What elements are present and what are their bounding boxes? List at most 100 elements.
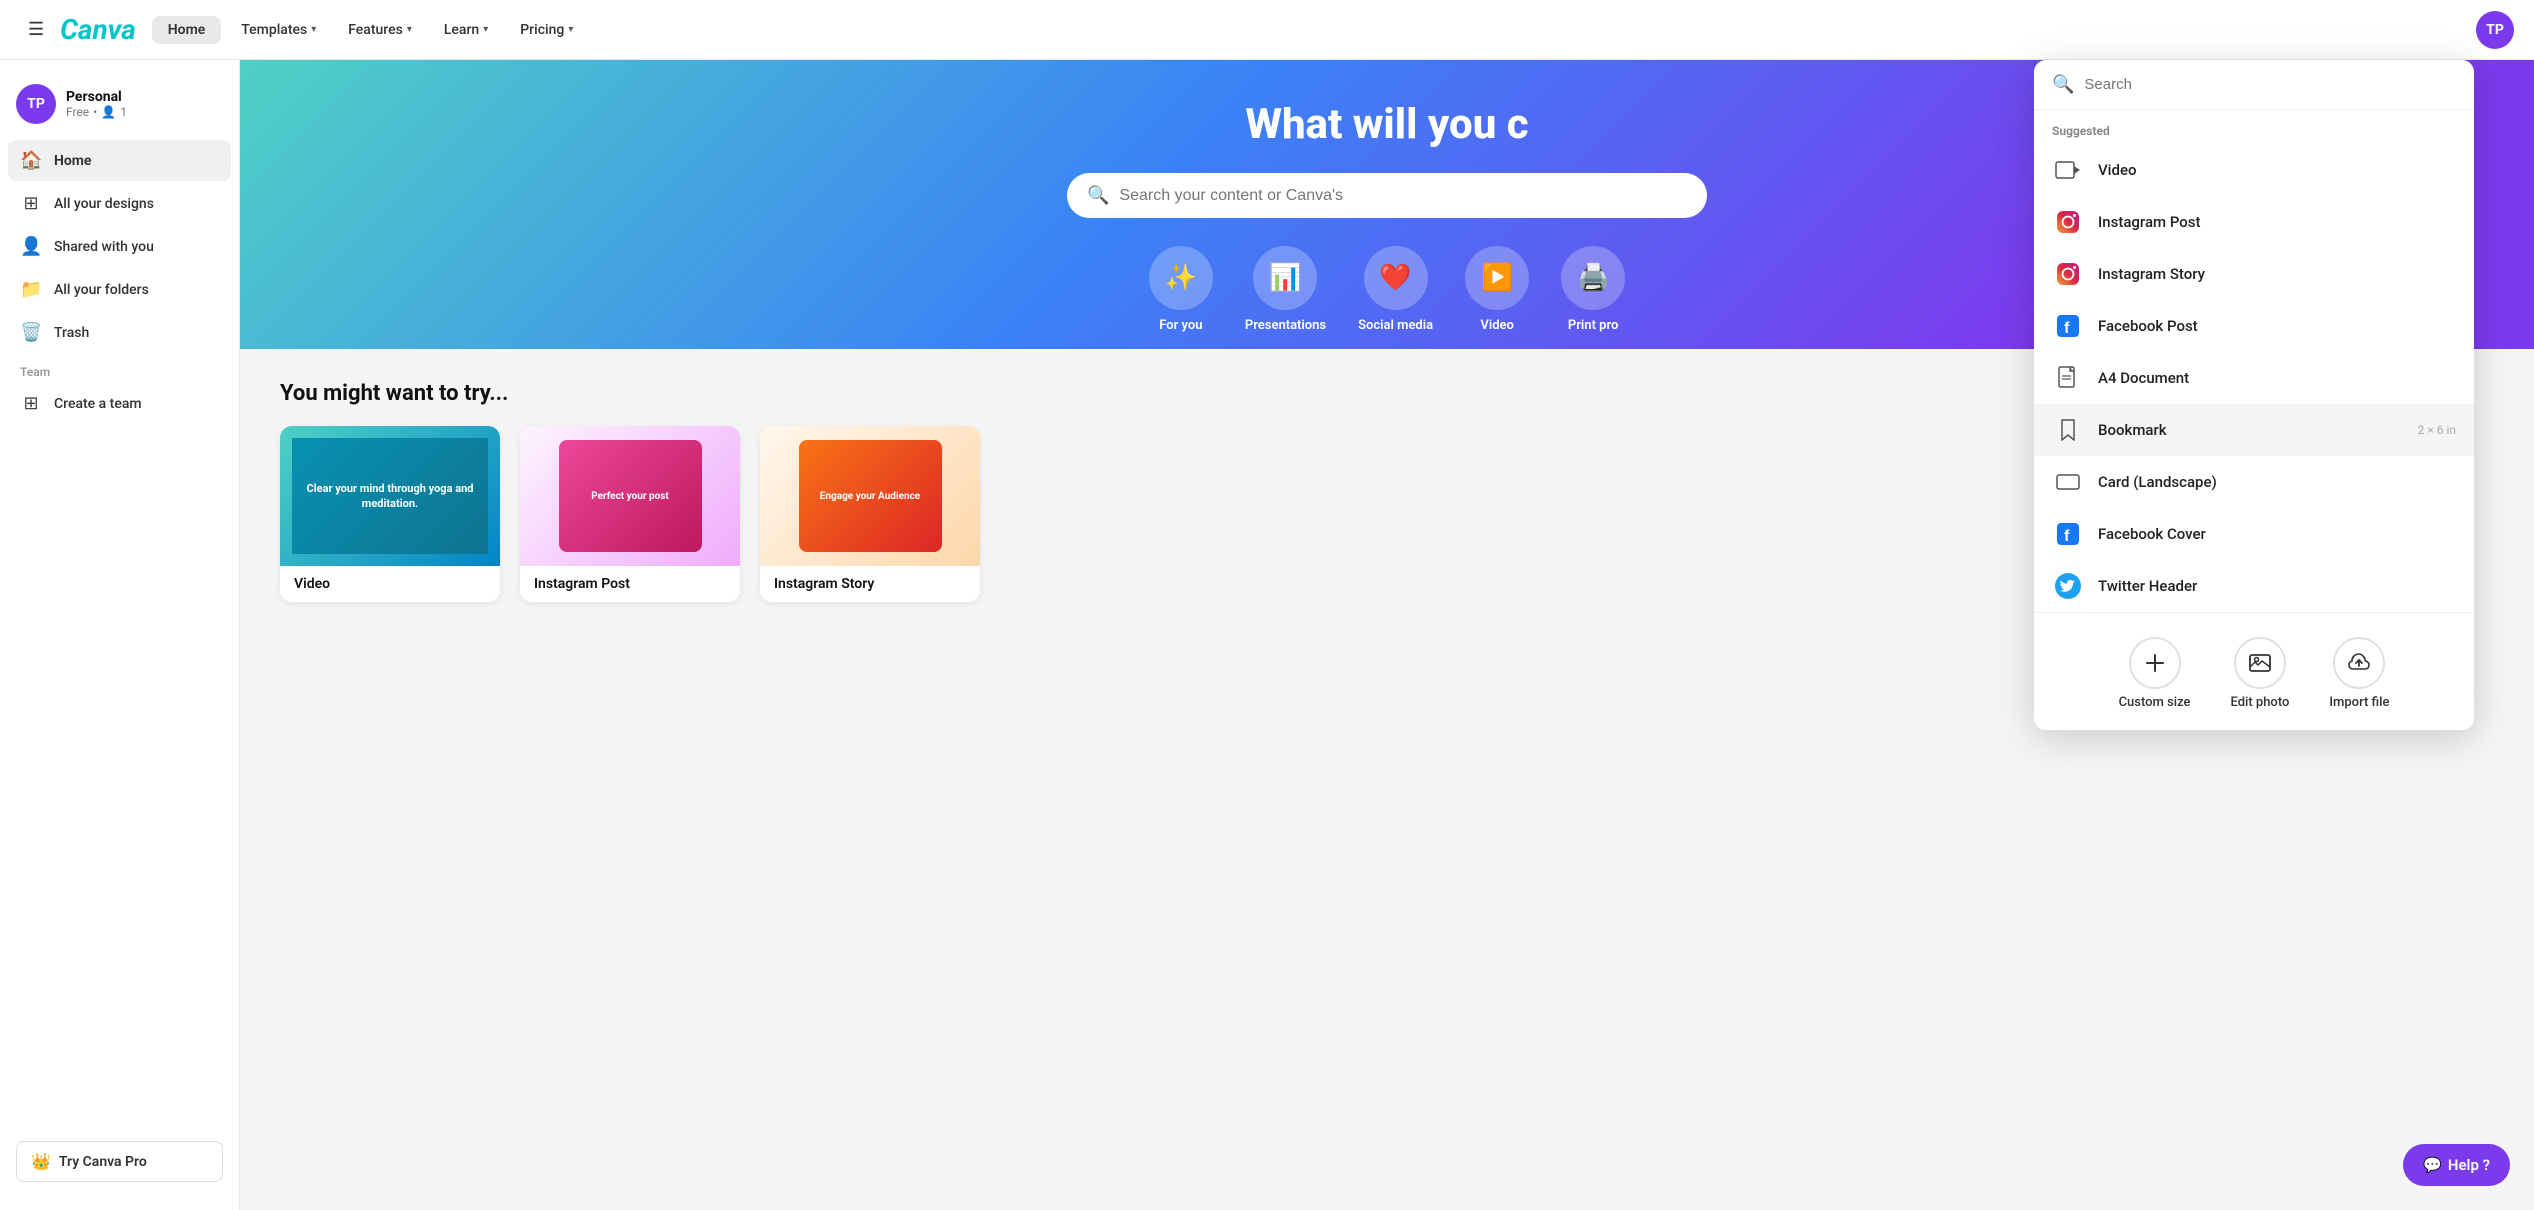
presentations-icon: 📊 [1253, 246, 1317, 310]
sidebar-profile: TP Personal Free • 👤 1 [0, 76, 239, 140]
learn-menu[interactable]: Learn ▾ [432, 16, 500, 44]
card-video-image: Clear your mind through yoga and meditat… [280, 426, 500, 566]
sidebar-create-team-label: Create a team [54, 396, 142, 412]
instagram-post-icon [2052, 206, 2084, 238]
print-pro-icon: 🖨️ [1561, 246, 1625, 310]
sidebar-item-trash[interactable]: 🗑️ Trash [8, 312, 231, 353]
help-button[interactable]: 💬 Help ? [2403, 1144, 2510, 1186]
card-instagram-post[interactable]: Perfect your post Instagram Post [520, 426, 740, 602]
category-for-you[interactable]: ✨ For you [1149, 246, 1213, 333]
search-item-twitter-header[interactable]: Twitter Header [2034, 560, 2474, 612]
sidebar-item-home[interactable]: 🏠 Home [8, 140, 231, 181]
presentations-label: Presentations [1245, 318, 1326, 333]
svg-text:f: f [2064, 320, 2070, 337]
learn-chevron: ▾ [483, 24, 488, 35]
user-avatar[interactable]: TP [2476, 11, 2514, 49]
card-instagram-label: Instagram Post [520, 566, 740, 602]
crown-icon: 👑 [31, 1152, 51, 1171]
templates-chevron: ▾ [311, 24, 316, 35]
search-video-label: Video [2098, 161, 2456, 179]
sidebar-footer: 👑 Try Canva Pro [0, 1129, 239, 1194]
features-menu[interactable]: Features ▾ [336, 16, 424, 44]
sidebar-profile-sub: Free • 👤 1 [66, 105, 127, 119]
hero-search-icon: 🔍 [1087, 185, 1109, 206]
shared-icon: 👤 [20, 236, 42, 257]
search-top-icon: 🔍 [2052, 74, 2074, 95]
import-file-action[interactable]: Import file [2329, 637, 2389, 710]
bookmark-icon [2052, 414, 2084, 446]
category-presentations[interactable]: 📊 Presentations [1245, 246, 1326, 333]
home-icon: 🏠 [20, 150, 42, 171]
for-you-label: For you [1159, 318, 1202, 333]
search-item-a4-document[interactable]: A4 Document [2034, 352, 2474, 404]
sidebar-item-folders[interactable]: 📁 All your folders [8, 269, 231, 310]
card-video-label: Video [280, 566, 500, 602]
import-file-icon [2333, 637, 2385, 689]
edit-photo-label: Edit photo [2230, 695, 2289, 710]
sidebar-home-label: Home [54, 153, 91, 169]
search-item-facebook-post[interactable]: f Facebook Post [2034, 300, 2474, 352]
video-icon: ▶️ [1465, 246, 1529, 310]
canva-logo[interactable]: Canva [60, 13, 136, 46]
search-item-instagram-post[interactable]: Instagram Post [2034, 196, 2474, 248]
sidebar-item-shared[interactable]: 👤 Shared with you [8, 226, 231, 267]
sidebar-team-nav: ⊞ Create a team [0, 383, 239, 424]
social-media-label: Social media [1358, 318, 1433, 333]
navbar: ☰ Canva Home Templates ▾ Features ▾ Lear… [0, 0, 2534, 60]
twitter-icon [2052, 570, 2084, 602]
try-pro-label: Try Canva Pro [59, 1154, 147, 1170]
card-video[interactable]: Clear your mind through yoga and meditat… [280, 426, 500, 602]
search-bookmark-size: 2 × 6 in [2418, 423, 2456, 437]
edit-photo-action[interactable]: Edit photo [2230, 637, 2289, 710]
trash-icon: 🗑️ [20, 322, 42, 343]
search-item-video[interactable]: Video [2034, 144, 2474, 196]
facebook-cover-icon: f [2052, 518, 2084, 550]
sidebar: TP Personal Free • 👤 1 🏠 Home ⊞ All your… [0, 60, 240, 1210]
search-ig-post-label: Instagram Post [2098, 213, 2456, 231]
a4-document-icon [2052, 362, 2084, 394]
search-item-bookmark[interactable]: Bookmark 2 × 6 in [2034, 404, 2474, 456]
try-pro-button[interactable]: 👑 Try Canva Pro [16, 1141, 223, 1182]
features-chevron: ▾ [407, 24, 412, 35]
sidebar-item-all-designs[interactable]: ⊞ All your designs [8, 183, 231, 224]
card-landscape-icon [2052, 466, 2084, 498]
suggested-label: Suggested [2034, 110, 2474, 144]
designs-icon: ⊞ [20, 193, 42, 214]
search-a4-label: A4 Document [2098, 369, 2456, 387]
pricing-chevron: ▾ [568, 24, 573, 35]
folders-icon: 📁 [20, 279, 42, 300]
category-social-media[interactable]: ❤️ Social media [1358, 246, 1433, 333]
search-top-input[interactable] [2084, 76, 2456, 93]
svg-text:f: f [2064, 528, 2070, 545]
sidebar-designs-label: All your designs [54, 196, 154, 212]
sidebar-avatar: TP [16, 84, 56, 124]
import-file-label: Import file [2329, 695, 2389, 710]
category-video[interactable]: ▶️ Video [1465, 246, 1529, 333]
category-print-pro[interactable]: 🖨️ Print pro [1561, 246, 1625, 333]
templates-menu[interactable]: Templates ▾ [229, 16, 328, 44]
hamburger-menu[interactable]: ☰ [20, 11, 52, 48]
home-button[interactable]: Home [152, 16, 222, 44]
sidebar-profile-info: Personal Free • 👤 1 [66, 89, 127, 119]
card-instagram-image: Perfect your post [520, 426, 740, 566]
search-input-row[interactable]: 🔍 [2034, 60, 2474, 110]
search-item-facebook-cover[interactable]: f Facebook Cover [2034, 508, 2474, 560]
card-story-label: Instagram Story [760, 566, 980, 602]
sidebar-shared-label: Shared with you [54, 239, 154, 255]
search-twitter-label: Twitter Header [2098, 577, 2456, 595]
pricing-menu[interactable]: Pricing ▾ [508, 16, 585, 44]
hero-search-input[interactable] [1119, 187, 1687, 205]
edit-photo-icon [2234, 637, 2286, 689]
card-instagram-story[interactable]: Engage your Audience Instagram Story [760, 426, 980, 602]
team-section-label: Team [0, 353, 239, 383]
sidebar-item-create-team[interactable]: ⊞ Create a team [8, 383, 231, 424]
video-label: Video [1480, 318, 1514, 333]
print-pro-label: Print pro [1568, 318, 1618, 333]
hero-search-bar[interactable]: 🔍 [1067, 173, 1707, 218]
search-item-instagram-story[interactable]: Instagram Story [2034, 248, 2474, 300]
sidebar-nav: 🏠 Home ⊞ All your designs 👤 Shared with … [0, 140, 239, 353]
search-item-card-landscape[interactable]: Card (Landscape) [2034, 456, 2474, 508]
custom-size-action[interactable]: Custom size [2119, 637, 2191, 710]
for-you-icon: ✨ [1149, 246, 1213, 310]
facebook-post-icon: f [2052, 310, 2084, 342]
